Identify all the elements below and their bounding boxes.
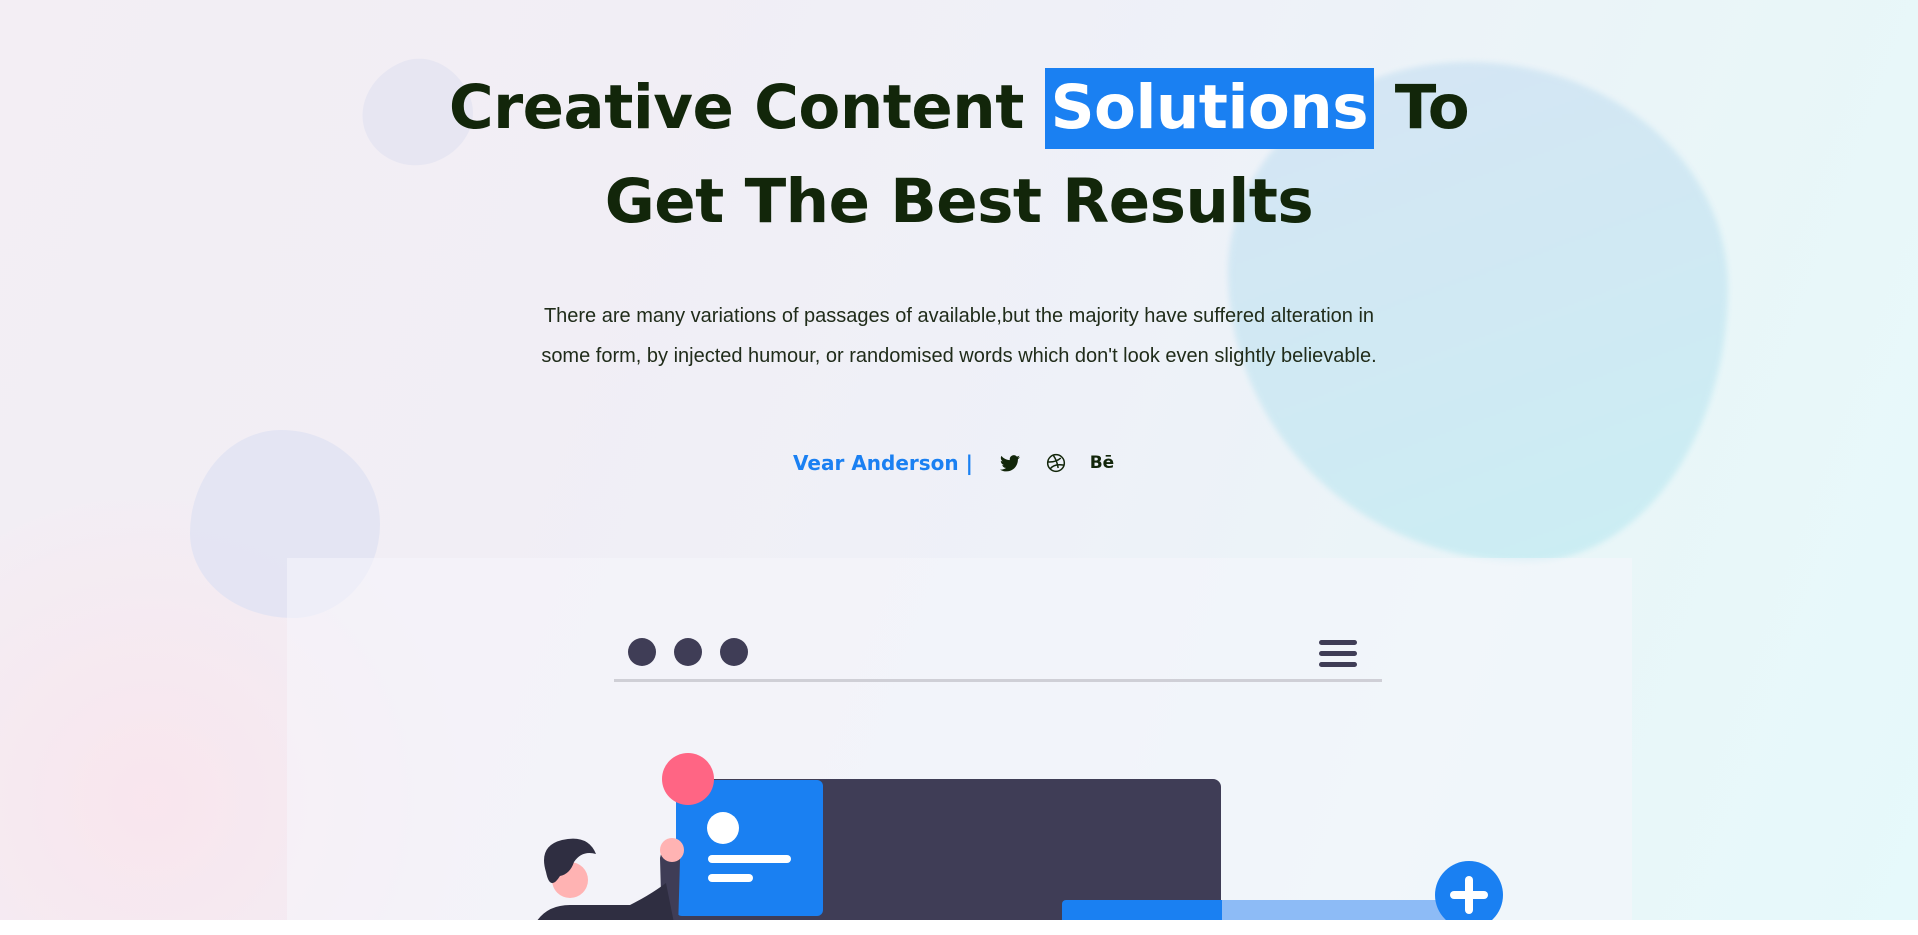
pink-circle (662, 753, 714, 805)
plus-icon (1435, 861, 1503, 920)
hamburger-menu-icon (1319, 640, 1357, 667)
hero-section: Creative Content Solutions To Get The Be… (0, 0, 1918, 920)
browser-mockup (614, 638, 1382, 682)
window-dot (674, 638, 702, 666)
illustration (537, 638, 1503, 920)
divider (614, 679, 1382, 682)
person-figure (537, 838, 684, 920)
window-dot (720, 638, 748, 666)
window-dot (628, 638, 656, 666)
